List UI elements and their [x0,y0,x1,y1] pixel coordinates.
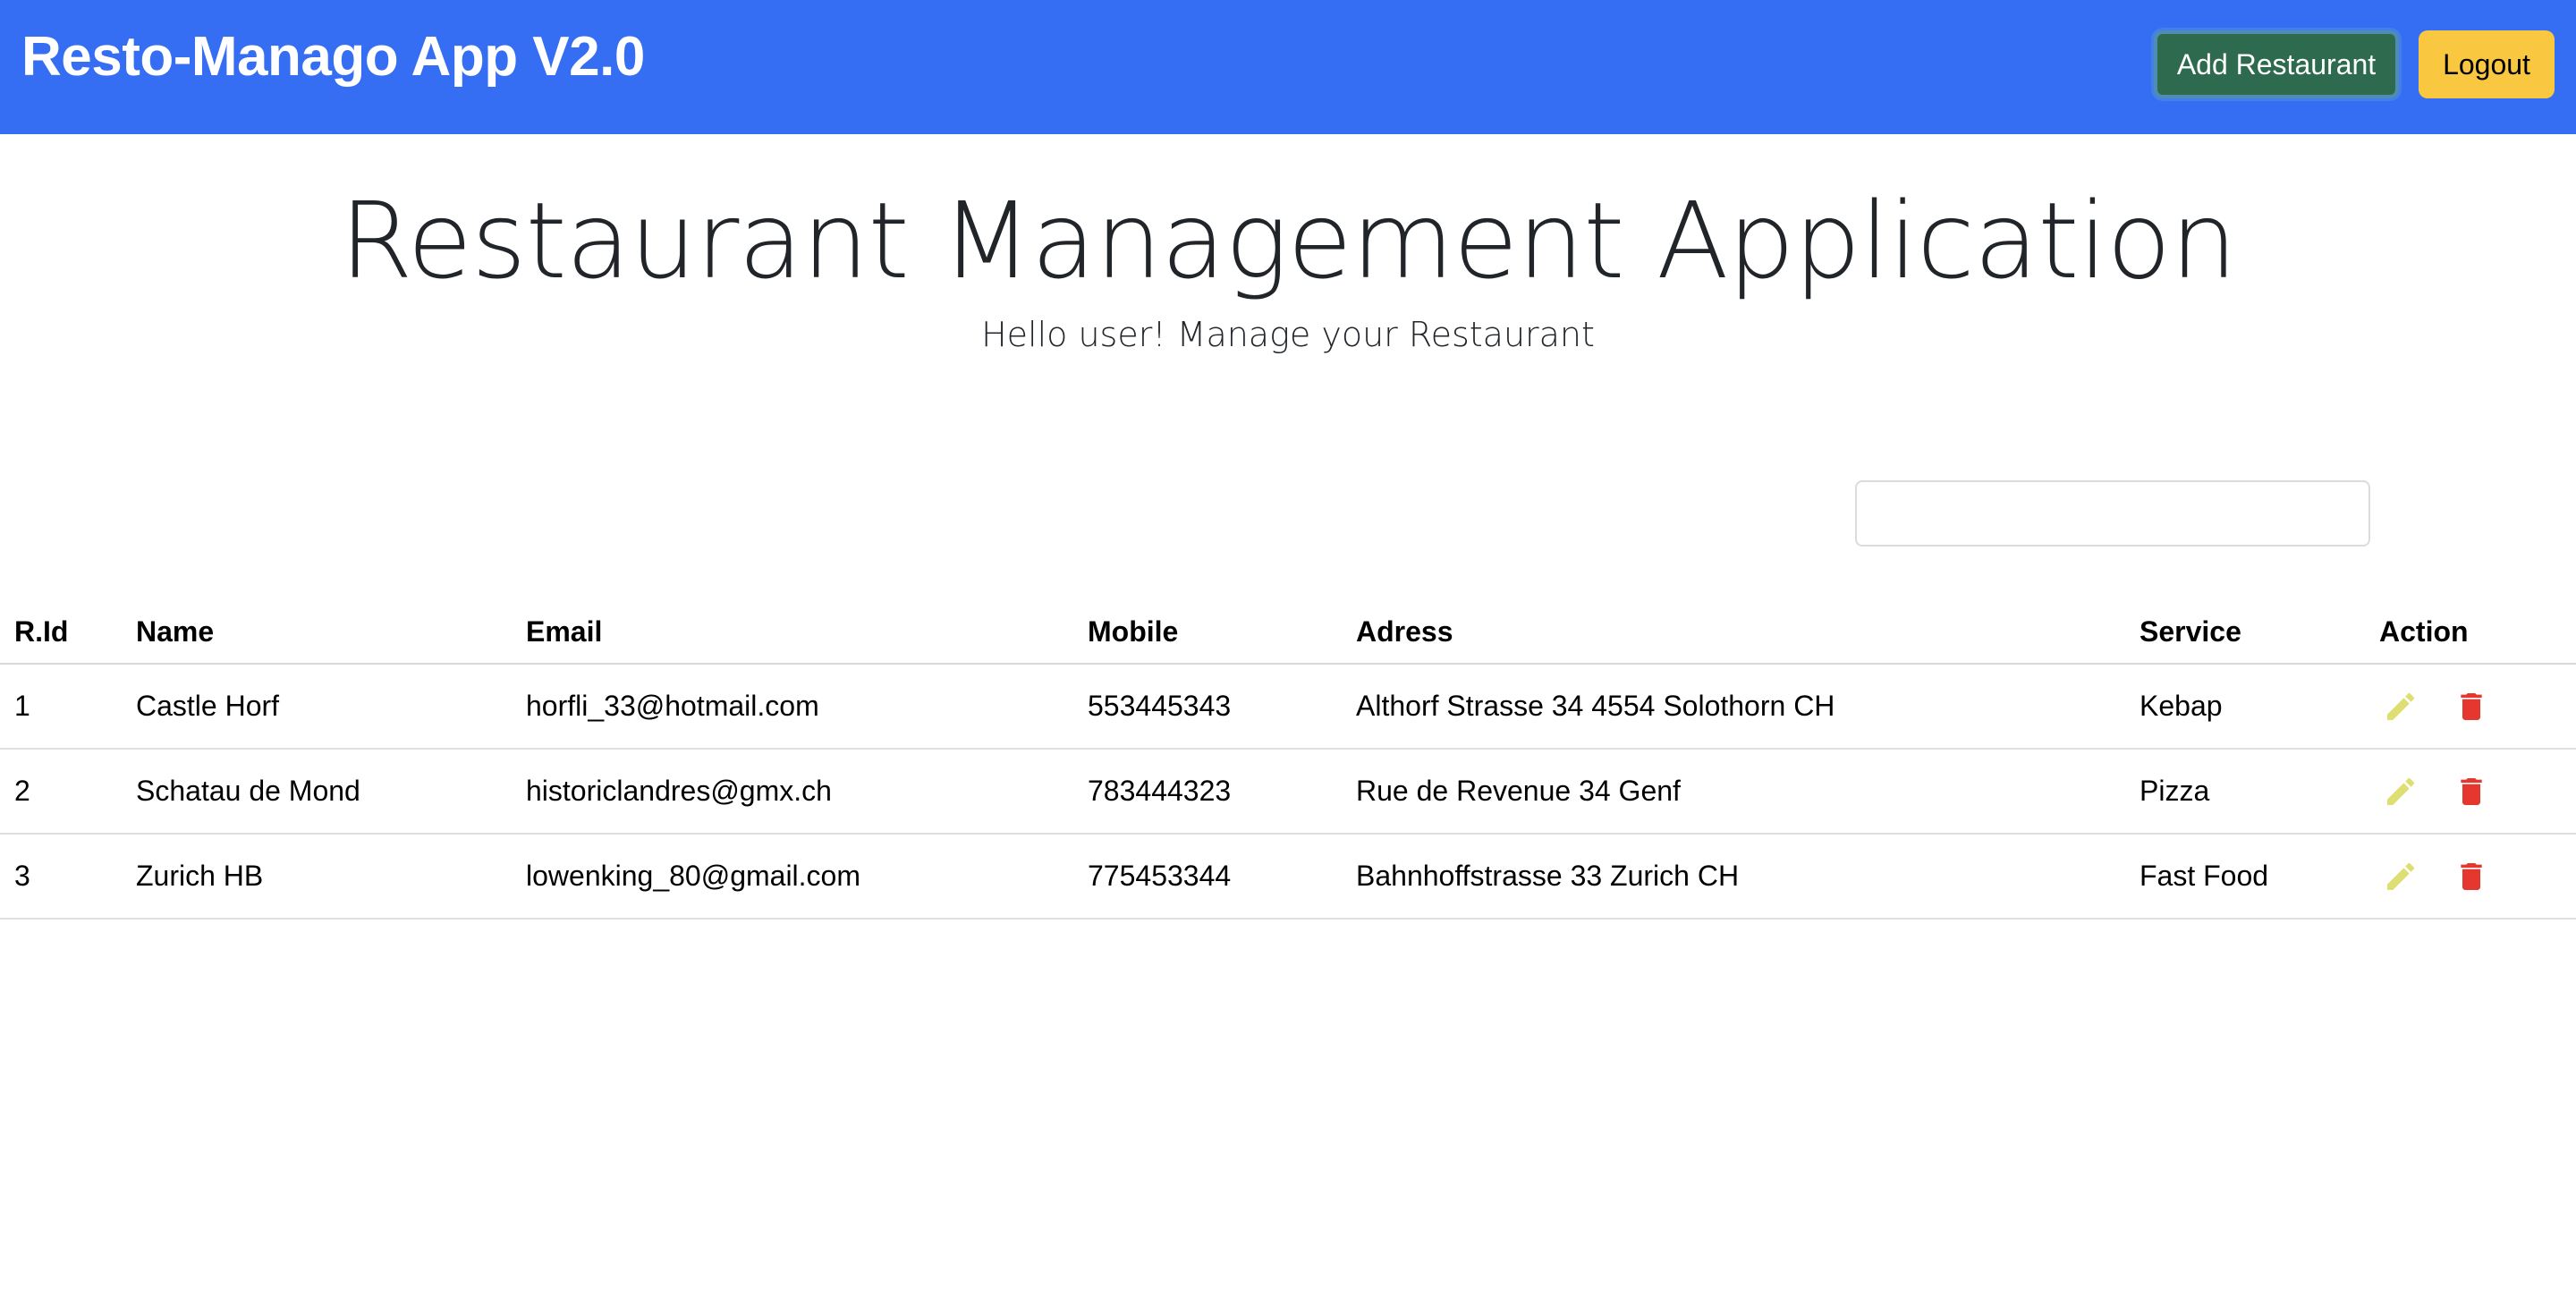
cell-mobile: 553445343 [1073,664,1342,750]
cell-name: Castle Horf [122,664,512,750]
cell-action [2365,834,2576,920]
column-header-name: Name [122,590,512,665]
page-title: Restaurant Management Application [339,179,2238,302]
cell-action [2365,749,2576,835]
cell-service: Pizza [2125,749,2365,835]
trash-icon[interactable] [2453,774,2489,810]
column-header-service: Service [2125,590,2365,665]
pencil-icon[interactable] [2383,859,2419,894]
column-header-action: Action [2365,590,2576,665]
cell-mobile: 783444323 [1073,749,1342,835]
table-row: 2 Schatau de Mond historiclandres@gmx.ch… [0,749,2576,835]
cell-id: 2 [0,749,122,835]
cell-service: Kebap [2125,664,2365,750]
cell-email: historiclandres@gmx.ch [512,749,1073,835]
app-brand[interactable]: Resto-Manago App V2.0 [21,25,645,89]
cell-service: Fast Food [2125,834,2365,920]
cell-id: 1 [0,664,122,750]
column-header-mobile: Mobile [1073,590,1342,665]
navbar: Resto-Manago App V2.0 Add Restaurant Log… [0,0,2576,134]
cell-email: horfli_33@hotmail.com [512,664,1073,750]
cell-mobile: 775453344 [1073,834,1342,920]
cell-id: 3 [0,834,122,920]
cell-name: Schatau de Mond [122,749,512,835]
table-header-row: R.Id Name Email Mobile Adress Service Ac… [0,590,2576,665]
cell-adress: Rue de Revenue 34 Genf [1342,749,2125,835]
cell-adress: Althorf Strasse 34 4554 Solothorn CH [1342,664,2125,750]
cell-name: Zurich HB [122,834,512,920]
table-row: 1 Castle Horf horfli_33@hotmail.com 5534… [0,664,2576,750]
cell-adress: Bahnhoffstrasse 33 Zurich CH [1342,834,2125,920]
pencil-icon[interactable] [2383,774,2419,810]
trash-icon[interactable] [2453,689,2489,725]
column-header-adress: Adress [1342,590,2125,665]
column-header-email: Email [512,590,1073,665]
trash-icon[interactable] [2453,859,2489,894]
pencil-icon[interactable] [2383,689,2419,725]
page-subtitle: Hello user! Manage your Restaurant [981,315,1595,354]
restaurant-table: R.Id Name Email Mobile Adress Service Ac… [0,590,2576,920]
cell-action [2365,664,2576,750]
add-restaurant-button[interactable]: Add Restaurant [2154,30,2399,98]
logout-button[interactable]: Logout [2419,30,2555,98]
column-header-id: R.Id [0,590,122,665]
search-input[interactable] [1855,480,2370,547]
cell-email: lowenking_80@gmail.com [512,834,1073,920]
table-row: 3 Zurich HB lowenking_80@gmail.com 77545… [0,834,2576,920]
